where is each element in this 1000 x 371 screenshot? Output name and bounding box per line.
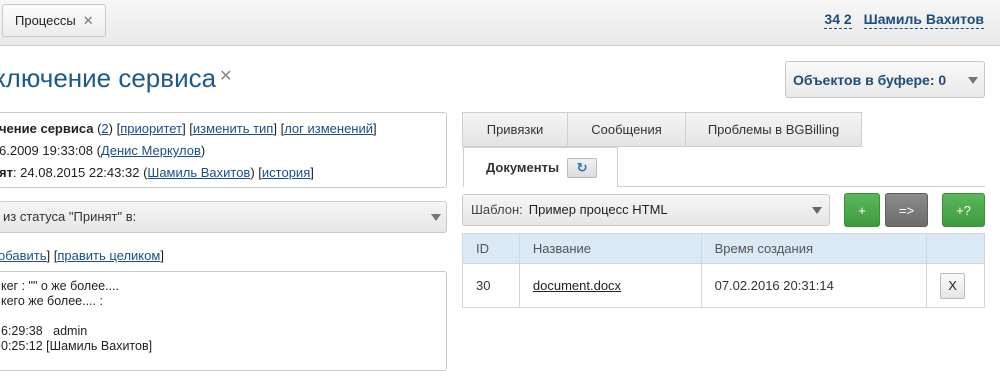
description-line: 0:25:12 [Шамиль Вахитов] bbox=[1, 339, 153, 353]
change-type-link[interactable]: изменить тип bbox=[193, 121, 273, 136]
column-header-actions bbox=[926, 233, 985, 264]
text-fragment: ) bbox=[108, 121, 117, 136]
refresh-icon[interactable]: ↻ bbox=[567, 157, 598, 178]
cell-actions: X bbox=[926, 263, 985, 308]
creator-link[interactable]: Денис Меркулов bbox=[101, 143, 201, 158]
priority-link[interactable]: приоритет bbox=[120, 121, 182, 136]
info-line-created: 6.2009 19:33:08 (Денис Меркулов) bbox=[0, 142, 446, 164]
process-info-box: чение сервиса (2) [приоритет] [изменить … bbox=[0, 112, 447, 188]
process-type: чение сервиса bbox=[0, 121, 94, 136]
page-title-text: ключение сервиса bbox=[0, 63, 217, 93]
add-help-button[interactable]: +? bbox=[942, 193, 985, 227]
add-link[interactable]: обавить bbox=[0, 248, 47, 263]
cell-created: 07.02.2016 20:31:14 bbox=[700, 263, 928, 308]
process-count-link[interactable]: 2 bbox=[101, 121, 108, 136]
description-box: кег : "" о же более.... кего же более...… bbox=[0, 271, 447, 371]
info-line-accepted: ят: 24.08.2015 22:43:32 (Шамиль Вахитов)… bbox=[0, 165, 314, 180]
status-transition-select[interactable]: из статуса "Принят" в: bbox=[0, 201, 447, 233]
description-links: обавить] [править целиком] bbox=[0, 248, 164, 263]
move-document-button[interactable]: => bbox=[885, 193, 928, 227]
tab-documents-label: Документы bbox=[486, 160, 560, 175]
history-link[interactable]: история bbox=[262, 165, 310, 180]
chevron-down-icon bbox=[968, 77, 978, 84]
description-line: кег : "" о же более.... bbox=[1, 279, 120, 293]
template-select[interactable]: Шаблон: Пример процесс HTML bbox=[462, 194, 830, 226]
text-fragment: ) bbox=[200, 143, 206, 158]
tabs-divider bbox=[617, 186, 985, 187]
column-header-id: ID bbox=[462, 233, 520, 264]
tab-messages[interactable]: Сообщения bbox=[567, 112, 685, 147]
user-area: 34 2 Шамиль Вахитов bbox=[824, 11, 984, 29]
user-id-link[interactable]: 34 2 bbox=[824, 11, 852, 29]
user-name-link[interactable]: Шамиль Вахитов bbox=[863, 11, 984, 29]
add-document-button[interactable]: + bbox=[844, 193, 880, 227]
close-icon[interactable]: ✕ bbox=[219, 68, 232, 85]
template-value: Пример процесс HTML bbox=[528, 202, 668, 217]
tab-processes-label: Процессы bbox=[15, 13, 76, 28]
description-line bbox=[1, 309, 446, 324]
accepted-date: : 24.08.2015 22:43:32 ( bbox=[12, 165, 148, 180]
documents-table: ID Название Время создания 30 document.d… bbox=[462, 233, 985, 308]
top-bar: Процессы ✕ 34 2 Шамиль Вахитов bbox=[0, 0, 1000, 46]
table-row: 30 document.docx 07.02.2016 20:31:14 X bbox=[462, 263, 985, 308]
accepted-label: ят bbox=[0, 165, 13, 180]
chevron-down-icon bbox=[431, 214, 441, 221]
template-label: Шаблон: bbox=[471, 202, 523, 217]
column-header-created: Время создания bbox=[700, 233, 928, 264]
status-select-text: из статуса "Принят" в: bbox=[3, 209, 137, 224]
info-line-type: чение сервиса (2) [приоритет] [изменить … bbox=[0, 121, 377, 136]
change-log-link[interactable]: лог изменений bbox=[284, 121, 373, 136]
tab-documents[interactable]: Документы ↻ bbox=[463, 147, 618, 187]
description-line: 6:29:38 admin bbox=[1, 324, 88, 338]
column-header-name: Название bbox=[518, 233, 702, 264]
right-tabs: Привязки Сообщения Проблемы в BGBilling bbox=[462, 112, 862, 147]
table-header-row: ID Название Время создания bbox=[462, 233, 985, 264]
buffer-dropdown[interactable]: Объектов в буфере: 0 bbox=[785, 61, 985, 98]
chevron-down-icon bbox=[812, 207, 822, 214]
created-date: 6.2009 19:33:08 ( bbox=[0, 143, 101, 158]
document-link[interactable]: document.docx bbox=[533, 278, 621, 293]
tab-bgbilling-problems[interactable]: Проблемы в BGBilling bbox=[685, 112, 862, 147]
page-title: ключение сервиса ✕ bbox=[0, 63, 232, 94]
close-icon[interactable]: ✕ bbox=[83, 13, 94, 29]
text-fragment: ) bbox=[250, 165, 259, 180]
delete-document-button[interactable]: X bbox=[940, 272, 966, 299]
cell-id: 30 bbox=[462, 263, 520, 308]
tab-bindings[interactable]: Привязки bbox=[462, 112, 567, 147]
edit-whole-link[interactable]: править целиком bbox=[57, 248, 160, 263]
buffer-label: Объектов в буфере: 0 bbox=[793, 71, 947, 88]
cell-name: document.docx bbox=[518, 263, 702, 308]
description-line: кего же более.... : bbox=[1, 294, 103, 308]
tab-processes[interactable]: Процессы ✕ bbox=[2, 4, 106, 37]
accepted-user-link[interactable]: Шамиль Вахитов bbox=[147, 165, 250, 180]
